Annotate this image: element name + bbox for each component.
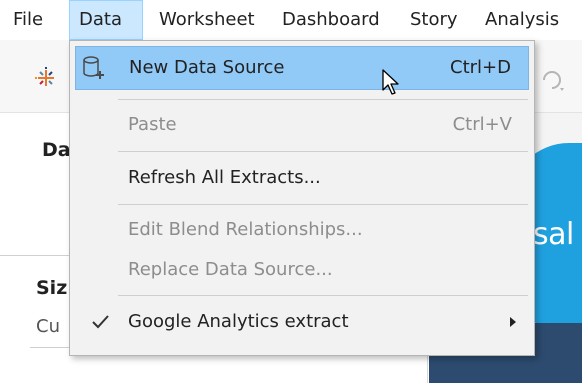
mouse-cursor-icon [382,69,399,95]
menu-separator [118,204,528,205]
menu-item-label: Google Analytics extract [128,311,349,332]
menu-worksheet[interactable]: Worksheet [159,0,267,40]
menu-item-label: Replace Data Source... [128,259,333,280]
menu-item-edit-blend-relationships[interactable]: Edit Blend Relationships... [70,208,534,252]
menu-bar: File Data Worksheet Dashboard Story Anal… [0,0,582,40]
menu-item-google-analytics-extract[interactable]: Google Analytics extract [70,300,534,344]
data-pane-heading: Da [42,139,71,161]
menu-separator [118,151,528,152]
checkmark-icon [92,315,109,329]
menu-separator [118,99,528,100]
menu-separator [118,295,528,296]
menu-item-paste[interactable]: Paste Ctrl+V [70,103,534,147]
menu-file[interactable]: File [13,0,53,40]
submenu-arrow-icon [510,317,516,327]
menu-item-shortcut: Ctrl+V [452,114,512,135]
tableau-logo-icon[interactable] [34,66,58,90]
menu-story[interactable]: Story [410,0,468,40]
menu-item-label: Refresh All Extracts... [128,167,321,188]
size-heading: Siz [36,277,68,299]
new-data-source-icon [83,56,104,79]
menu-item-shortcut: Ctrl+D [450,57,511,78]
menu-item-label: New Data Source [129,57,285,78]
salesforce-logo-text: sal [533,217,574,252]
menu-dashboard[interactable]: Dashboard [282,0,397,40]
menu-analysis[interactable]: Analysis [485,0,582,40]
menu-data[interactable]: Data [69,0,143,40]
menu-item-new-data-source[interactable]: New Data Source Ctrl+D [75,46,529,90]
size-dropdown-value: Cu [36,316,60,337]
menu-item-label: Edit Blend Relationships... [128,219,363,240]
redo-icon[interactable] [538,62,566,92]
data-menu: New Data Source Ctrl+D Paste Ctrl+V Refr… [69,40,535,356]
menu-item-replace-data-source[interactable]: Replace Data Source... [70,248,534,292]
menu-item-label: Paste [128,114,177,135]
menu-item-refresh-all-extracts[interactable]: Refresh All Extracts... [70,156,534,200]
